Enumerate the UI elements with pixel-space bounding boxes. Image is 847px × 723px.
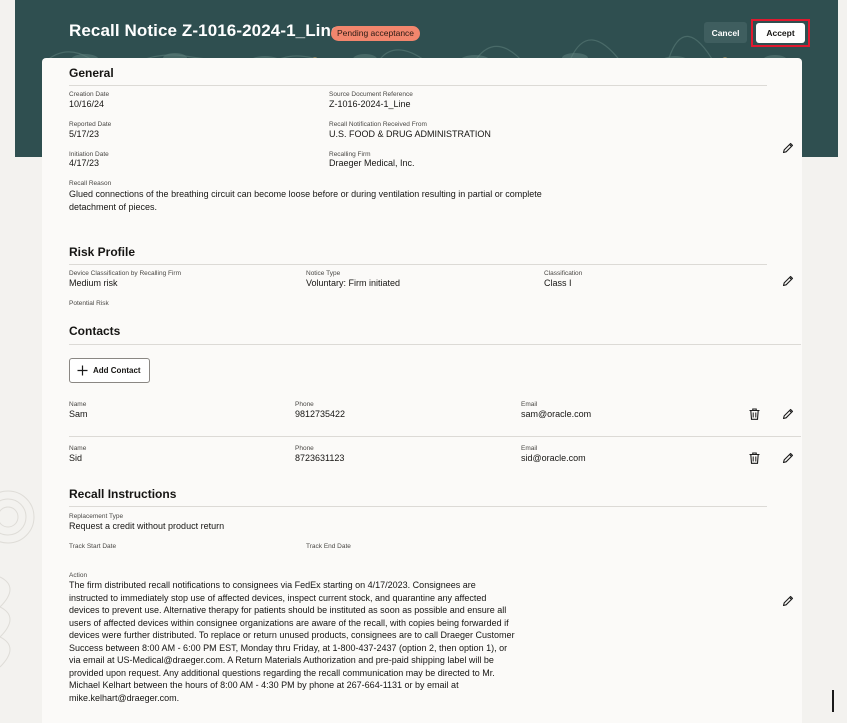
contact-phone-value: 8723631123 [295, 453, 345, 463]
reported-date-label: Reported Date [69, 121, 112, 128]
contact-email-label: Email [521, 445, 538, 452]
section-divider [69, 344, 801, 345]
action-line: via email at US-Medical@draeger.com. A R… [69, 655, 494, 665]
action-line: provided upon request. Any additional qu… [69, 667, 495, 678]
recalling-firm-label: Recalling Firm [329, 151, 371, 158]
status-badge: Pending acceptance [331, 26, 421, 41]
accept-button[interactable]: Accept [756, 23, 805, 43]
initiation-date-label: Initiation Date [69, 151, 109, 158]
contact-name-label: Name [69, 445, 87, 452]
recall-reason-label: Recall Reason [69, 180, 112, 187]
contact-name-value: Sam [69, 409, 88, 419]
add-contact-button[interactable]: Add Contact [69, 358, 150, 383]
delete-contact-button[interactable] [745, 405, 763, 423]
potential-risk-label: Potential Risk [69, 300, 109, 307]
section-title-recall-instructions: Recall Instructions [69, 487, 177, 501]
pencil-icon [782, 452, 794, 464]
contact-phone-label: Phone [295, 401, 314, 408]
contact-email-label: Email [521, 401, 538, 408]
recall-reason-line: Glued connections of the breathing circu… [69, 189, 542, 199]
classification-value: Class I [544, 278, 572, 288]
section-title-general: General [69, 66, 114, 80]
track-start-label: Track Start Date [69, 543, 117, 550]
action-line: users of affected devices within consign… [69, 617, 509, 628]
contact-phone-value: 9812735422 [295, 409, 346, 419]
replacement-type-value: Request a credit without product return [69, 521, 225, 531]
action-line: Success between 8:00 AM - 6:00 PM EST, M… [69, 642, 508, 653]
section-divider [69, 85, 767, 86]
notice-type-value: Voluntary: Firm initiated [306, 278, 401, 288]
action-text: The firm distributed recall notification… [69, 579, 539, 704]
edit-recall-instructions-button[interactable] [779, 592, 797, 610]
action-line: Michael Kelhart between the hours of 8:0… [69, 680, 459, 690]
creation-date-value: 10/16/24 [69, 99, 105, 109]
source-doc-value: Z-1016-2024-1_Line [329, 99, 411, 109]
replacement-type-label: Replacement Type [69, 513, 124, 520]
device-class-label: Device Classification by Recalling Firm [69, 270, 181, 277]
window-edge [832, 690, 834, 712]
edit-contact-button[interactable] [779, 405, 797, 423]
edit-risk-profile-button[interactable] [779, 272, 797, 290]
contact-name-label: Name [69, 401, 87, 408]
edit-contact-button[interactable] [779, 449, 797, 467]
contact-name-value: Sid [69, 453, 83, 463]
recall-reason-line: detachment of pieces. [69, 201, 158, 212]
plus-icon [77, 365, 88, 376]
section-divider [69, 264, 767, 265]
action-line: devices were further distributed. To rep… [69, 630, 515, 640]
action-line: mike.kelhart@draeger.com. [69, 692, 180, 703]
pencil-icon [782, 408, 794, 420]
section-title-risk-profile: Risk Profile [69, 245, 136, 259]
trash-icon [749, 452, 759, 464]
reported-date-value: 5/17/23 [69, 129, 100, 139]
page-title: Recall Notice Z-1016-2024-1_Line [69, 21, 341, 40]
action-line: The firm distributed recall notification… [69, 580, 476, 590]
device-class-value: Medium risk [69, 278, 118, 288]
delete-contact-button[interactable] [745, 449, 763, 467]
classification-label: Classification [544, 270, 583, 277]
section-divider [69, 506, 767, 507]
add-contact-label: Add Contact [93, 366, 141, 375]
cancel-button[interactable]: Cancel [704, 22, 747, 43]
contact-email-value: sid@oracle.com [521, 453, 586, 463]
pencil-icon [782, 595, 794, 607]
source-doc-label: Source Document Reference [329, 91, 413, 98]
action-line: devices to prevent use. Alternative ther… [69, 605, 507, 615]
contact-phone-label: Phone [295, 445, 314, 452]
initiation-date-value: 4/17/23 [69, 158, 100, 168]
background-pattern [0, 157, 42, 723]
pencil-icon [782, 142, 794, 154]
row-divider [69, 436, 801, 437]
contact-email-value: sam@oracle.com [521, 409, 592, 419]
recalling-firm-value: Draeger Medical, Inc. [329, 158, 415, 168]
action-label: Action [69, 572, 88, 579]
received-from-label: Recall Notification Received From [329, 121, 427, 128]
recall-reason-text: Glued connections of the breathing circu… [69, 188, 629, 213]
action-line: instructed to immediately stop use of af… [69, 592, 487, 603]
trash-icon [749, 408, 759, 420]
track-end-label: Track End Date [306, 543, 351, 550]
pencil-icon [782, 275, 794, 287]
section-title-contacts: Contacts [69, 324, 121, 338]
edit-general-button[interactable] [779, 139, 797, 157]
notice-type-label: Notice Type [306, 270, 341, 277]
received-from-value: U.S. FOOD & DRUG ADMINISTRATION [329, 129, 491, 139]
creation-date-label: Creation Date [69, 91, 110, 98]
